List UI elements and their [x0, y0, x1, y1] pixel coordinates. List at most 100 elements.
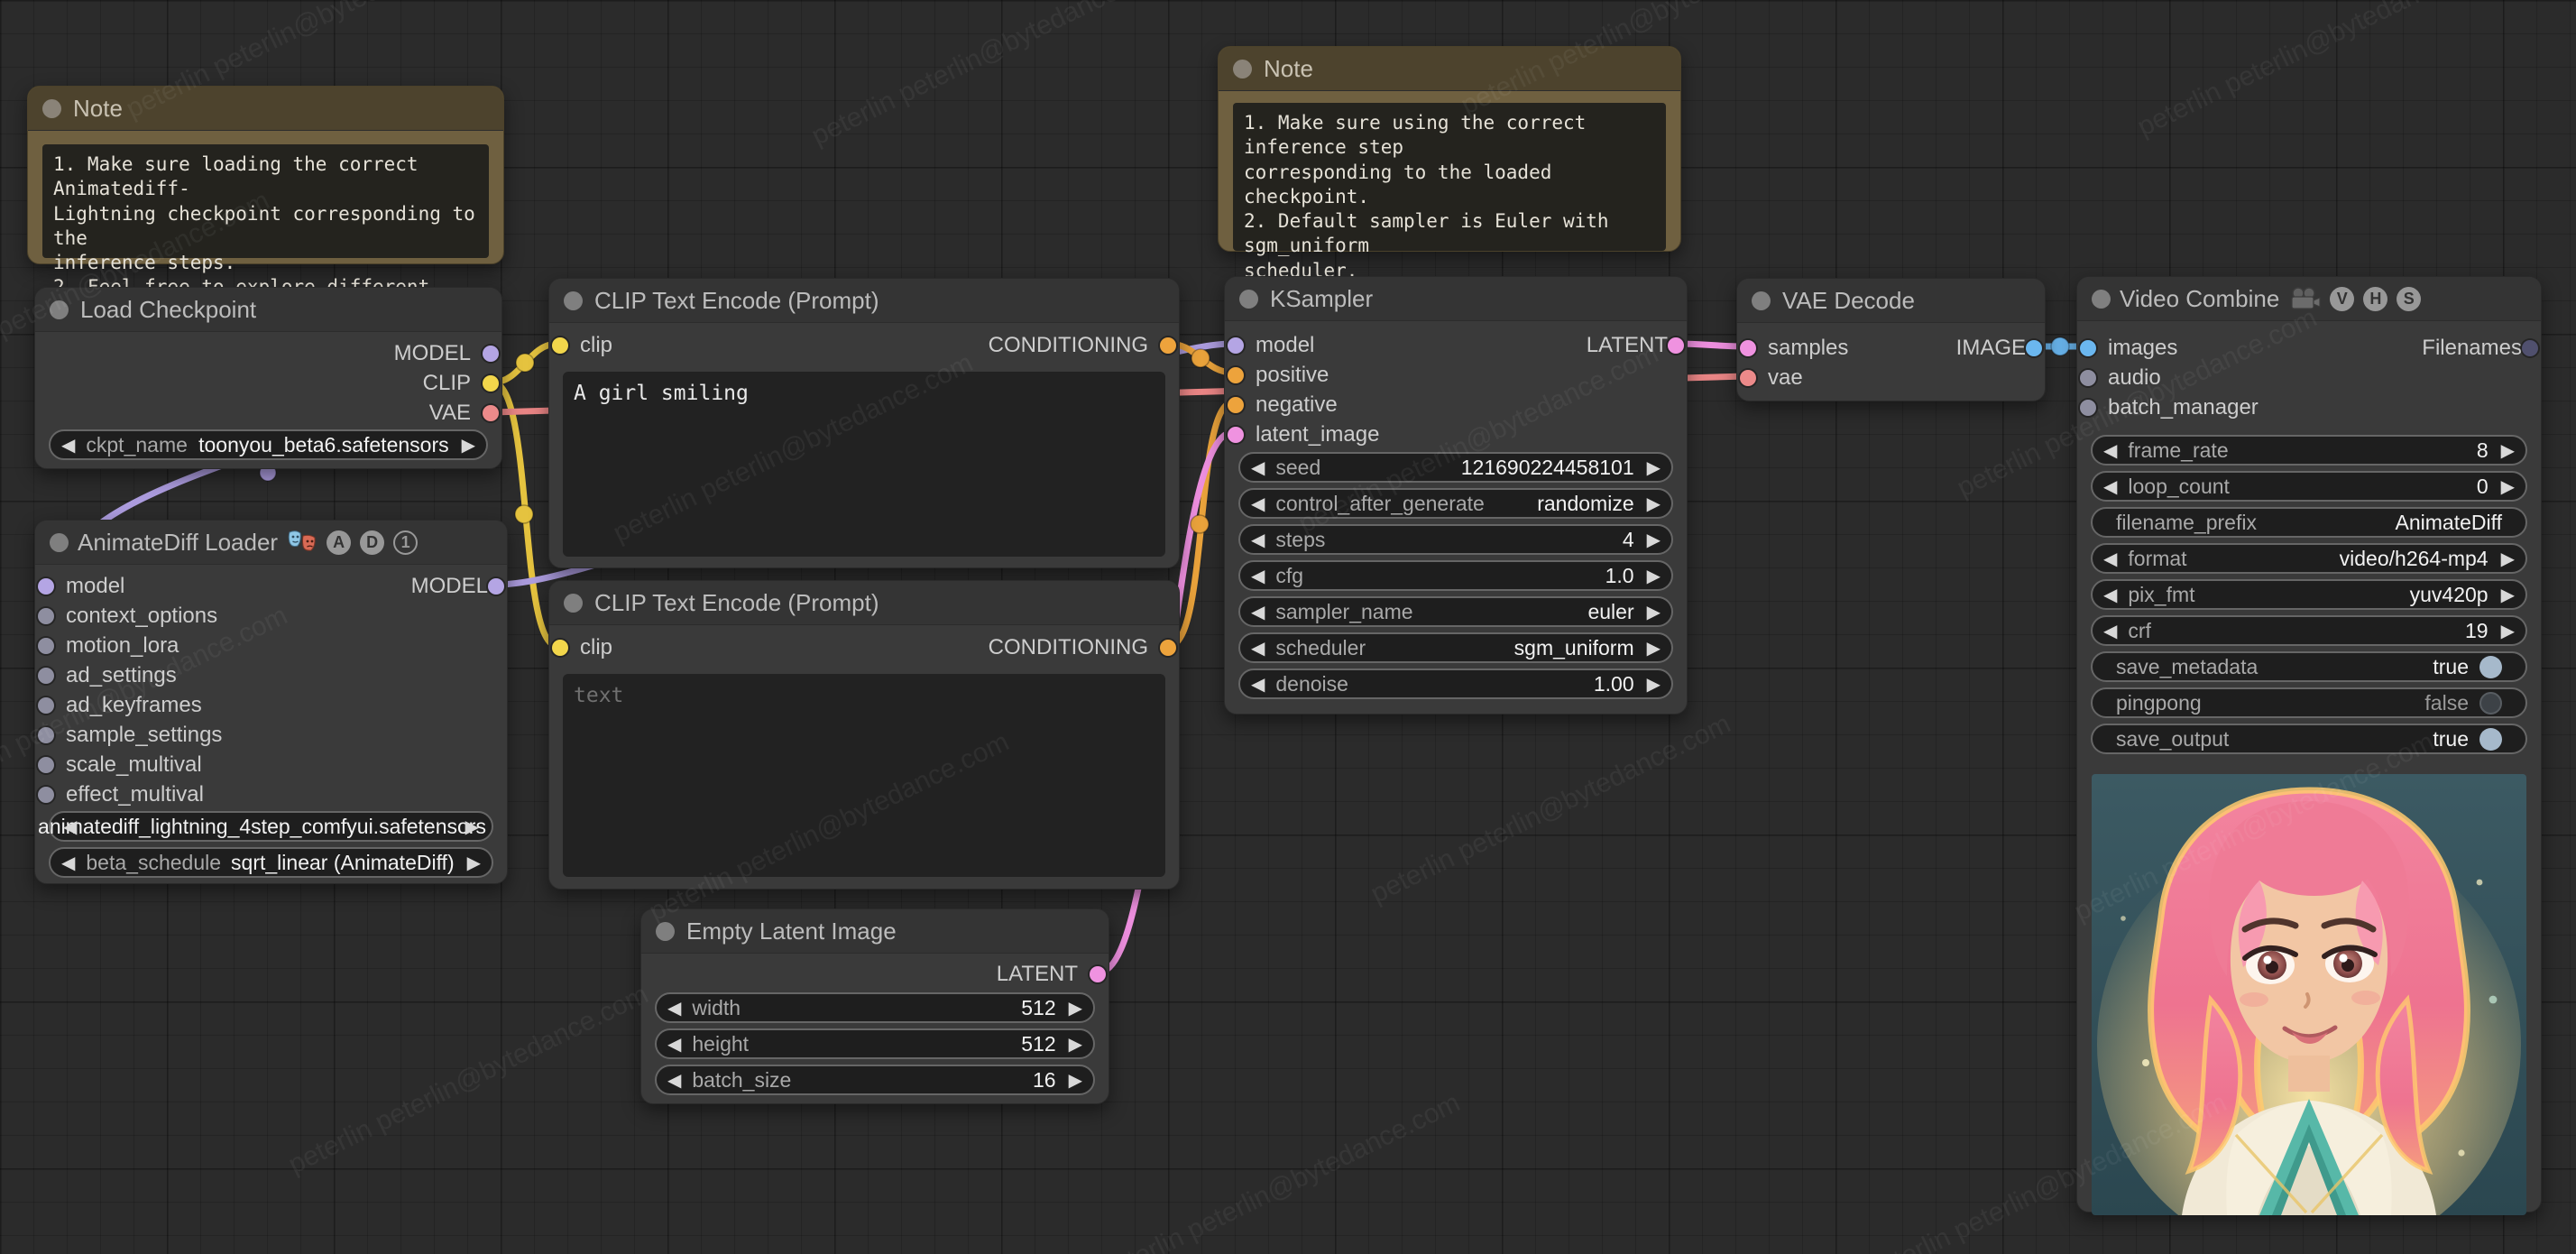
input-port-samples[interactable] [1740, 339, 1756, 356]
widget-pix-fmt[interactable]: ◀ pix_fmt yuv420p ▶ [2091, 579, 2527, 610]
widget-scheduler[interactable]: ◀ scheduler sgm_uniform ▶ [1238, 632, 1673, 663]
output-port-conditioning[interactable] [1160, 337, 1176, 354]
collapse-dot[interactable] [2092, 289, 2111, 309]
stepper-right-icon[interactable]: ▶ [462, 434, 475, 456]
widget-crf[interactable]: ◀ crf 19 ▶ [2091, 615, 2527, 646]
prompt-input[interactable]: A girl smiling [563, 372, 1165, 557]
output-port-image[interactable] [2026, 339, 2042, 356]
widget-seed[interactable]: ◀ seed 121690224458101 ▶ [1238, 452, 1673, 483]
load-checkpoint-header[interactable]: Load Checkpoint [35, 288, 501, 332]
stepper-right-icon[interactable]: ▶ [1069, 1033, 1082, 1056]
stepper-right-icon[interactable]: ▶ [1647, 565, 1661, 587]
output-port-filenames[interactable] [2522, 339, 2538, 356]
video-combine-header[interactable]: Video Combine V H S [2077, 277, 2541, 321]
stepper-right-icon[interactable]: ▶ [1647, 601, 1661, 623]
node-clip-text-encode-positive[interactable]: CLIP Text Encode (Prompt) clip CONDITION… [548, 278, 1180, 568]
input-port-batch-manager[interactable] [2080, 399, 2096, 416]
stepper-right-icon[interactable]: ▶ [2501, 439, 2515, 462]
stepper-right-icon[interactable]: ▶ [467, 852, 481, 874]
input-port-context-options[interactable] [38, 607, 54, 624]
collapse-dot[interactable] [564, 593, 583, 613]
widget-ckpt-name[interactable]: ◀ ckpt_name toonyou_beta6.safetensors ▶ [49, 429, 488, 460]
empty-latent-header[interactable]: Empty Latent Image [641, 909, 1109, 954]
stepper-left-icon[interactable]: ◀ [61, 434, 75, 456]
output-port-latent[interactable] [1090, 966, 1106, 982]
stepper-left-icon[interactable]: ◀ [1251, 673, 1265, 696]
stepper-left-icon[interactable]: ◀ [2103, 475, 2117, 498]
stepper-left-icon[interactable]: ◀ [1251, 456, 1265, 479]
node-empty-latent-image[interactable]: Empty Latent Image LATENT ◀ width 512 ▶ ◀ he… [640, 908, 1109, 1104]
toggle-pingpong[interactable] [2479, 691, 2502, 715]
input-port-audio[interactable] [2080, 369, 2096, 386]
note-1-header[interactable]: Note [28, 87, 503, 131]
input-port-positive[interactable] [1228, 366, 1244, 383]
collapse-dot[interactable] [1239, 289, 1258, 309]
stepper-left-icon[interactable]: ◀ [63, 816, 77, 838]
stepper-left-icon[interactable]: ◀ [1251, 601, 1265, 623]
input-port-ad-settings[interactable] [38, 667, 54, 684]
toggle-save-output[interactable] [2479, 727, 2502, 751]
output-port-latent[interactable] [1668, 337, 1684, 354]
widget-batch-size[interactable]: ◀ batch_size 16 ▶ [655, 1065, 1095, 1095]
stepper-left-icon[interactable]: ◀ [667, 997, 681, 1019]
stepper-right-icon[interactable]: ▶ [1647, 493, 1661, 515]
collapse-dot[interactable] [50, 300, 69, 319]
collapse-dot[interactable] [1233, 59, 1252, 78]
input-port-clip[interactable] [552, 337, 568, 354]
widget-frame-rate[interactable]: ◀ frame_rate 8 ▶ [2091, 435, 2527, 466]
note-text[interactable]: 1. Make sure loading the correct Animate… [42, 144, 489, 323]
collapse-dot[interactable] [50, 532, 69, 552]
output-port-vae[interactable] [483, 404, 499, 421]
stepper-right-icon[interactable]: ▶ [1647, 637, 1661, 659]
stepper-right-icon[interactable]: ▶ [1647, 529, 1661, 551]
node-note-2[interactable]: Note 1. Make sure using the correct infe… [1218, 46, 1681, 404]
widget-format[interactable]: ◀ format video/h264-mp4 ▶ [2091, 543, 2527, 574]
widget-denoise[interactable]: ◀ denoise 1.00 ▶ [1238, 668, 1673, 699]
widget-width[interactable]: ◀ width 512 ▶ [655, 992, 1095, 1023]
input-port-model[interactable] [38, 577, 54, 595]
workflow-canvas[interactable]: Note 1. Make sure loading the correct An… [0, 0, 2576, 1254]
node-note-1[interactable]: Note 1. Make sure loading the correct An… [27, 86, 504, 323]
output-port-model[interactable] [483, 345, 499, 362]
stepper-right-icon[interactable]: ▶ [2501, 475, 2515, 498]
stepper-right-icon[interactable]: ▶ [1069, 1069, 1082, 1092]
stepper-left-icon[interactable]: ◀ [667, 1069, 681, 1092]
stepper-right-icon[interactable]: ▶ [1647, 456, 1661, 479]
stepper-right-icon[interactable]: ▶ [1647, 673, 1661, 696]
collapse-dot[interactable] [564, 290, 583, 310]
stepper-right-icon[interactable]: ▶ [2501, 548, 2515, 570]
collapse-dot[interactable] [656, 921, 675, 941]
vae-decode-header[interactable]: VAE Decode [1737, 279, 2045, 323]
input-port-motion-lora[interactable] [38, 637, 54, 654]
input-port-vae[interactable] [1740, 369, 1756, 386]
stepper-left-icon[interactable]: ◀ [1251, 637, 1265, 659]
input-port-sample-settings[interactable] [38, 726, 54, 743]
collapse-dot[interactable] [1752, 290, 1771, 310]
toggle-save-metadata[interactable] [2479, 655, 2502, 678]
node-load-checkpoint[interactable]: Load Checkpoint MODEL CLIP VAE ◀ ckpt_na… [34, 287, 502, 469]
widget-save-metadata[interactable]: save_metadata true [2091, 651, 2527, 682]
stepper-left-icon[interactable]: ◀ [2103, 548, 2117, 570]
widget-pingpong[interactable]: pingpong false [2091, 687, 2527, 718]
stepper-left-icon[interactable]: ◀ [2103, 584, 2117, 606]
stepper-left-icon[interactable]: ◀ [2103, 620, 2117, 642]
note-2-header[interactable]: Note [1219, 47, 1680, 91]
input-port-clip[interactable] [552, 640, 568, 656]
widget-control-after-generate[interactable]: ◀ control_after_generate randomize ▶ [1238, 488, 1673, 519]
node-video-combine[interactable]: Video Combine V H S Filenames images aud… [2076, 276, 2542, 1215]
widget-loop-count[interactable]: ◀ loop_count 0 ▶ [2091, 471, 2527, 502]
widget-cfg[interactable]: ◀ cfg 1.0 ▶ [1238, 560, 1673, 591]
stepper-right-icon[interactable]: ▶ [2501, 584, 2515, 606]
clip-negative-header[interactable]: CLIP Text Encode (Prompt) [549, 581, 1179, 625]
prompt-input[interactable]: text [563, 674, 1165, 877]
input-port-images[interactable] [2080, 339, 2096, 356]
widget-save-output[interactable]: save_output true [2091, 724, 2527, 754]
stepper-right-icon[interactable]: ▶ [465, 816, 479, 838]
node-clip-text-encode-negative[interactable]: CLIP Text Encode (Prompt) clip CONDITION… [548, 580, 1180, 890]
stepper-left-icon[interactable]: ◀ [61, 852, 75, 874]
clip-positive-header[interactable]: CLIP Text Encode (Prompt) [549, 279, 1179, 323]
widget-beta-schedule[interactable]: ◀ beta_schedule sqrt_linear (AnimateDiff… [49, 847, 493, 878]
output-port-clip[interactable] [483, 374, 499, 392]
output-port-model[interactable] [488, 577, 504, 595]
input-port-ad-keyframes[interactable] [38, 696, 54, 714]
